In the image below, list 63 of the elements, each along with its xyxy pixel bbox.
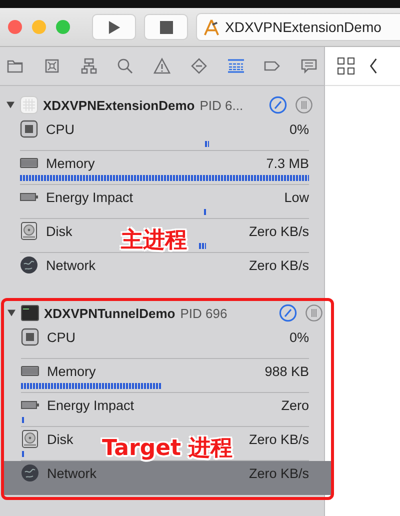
- battery-icon: [21, 400, 39, 410]
- metric-value: Zero KB/s: [248, 224, 309, 238]
- annotation-label: 主进程: [121, 226, 187, 255]
- pause-icon[interactable]: [295, 96, 313, 114]
- back-chevron-icon[interactable]: [369, 58, 378, 74]
- usage-sparkline: [199, 243, 206, 249]
- metric-label: Memory: [47, 364, 96, 378]
- chip-icon: [21, 328, 39, 346]
- annotation-label: Target 进程: [102, 435, 233, 463]
- terminal-icon: [21, 305, 39, 321]
- metric-label: Memory: [46, 156, 95, 170]
- battery-icon: [20, 192, 38, 202]
- usage-sparkline: [22, 451, 26, 457]
- disclosure-triangle-icon[interactable]: [7, 309, 16, 317]
- square-x-icon[interactable]: [42, 57, 61, 75]
- metric-label: Energy Impact: [47, 398, 134, 412]
- metric-value: Zero: [281, 398, 309, 412]
- scheme-selector[interactable]: XDXVPNExtensionDemo: [196, 13, 400, 41]
- pause-icon[interactable]: [305, 304, 323, 322]
- selected-metric-row[interactable]: Network Zero KB/s: [4, 461, 331, 495]
- disclosure-triangle-icon[interactable]: [6, 101, 15, 109]
- stop-icon: [160, 20, 172, 34]
- comment-icon[interactable]: [300, 57, 318, 75]
- grid-icon[interactable]: [337, 57, 355, 75]
- metric-label: Network: [47, 466, 97, 480]
- usage-sparkline: [204, 209, 206, 215]
- scheme-name: XDXVPNExtensionDemo: [225, 19, 382, 35]
- metric-value: 7.3 MB: [266, 156, 309, 170]
- warning-icon[interactable]: [153, 57, 171, 75]
- memory-icon: [21, 365, 39, 377]
- metric-label: CPU: [46, 122, 75, 136]
- close-button[interactable]: [8, 20, 22, 34]
- run-button[interactable]: [92, 14, 136, 40]
- stop-button[interactable]: [144, 14, 188, 40]
- metric-label: Disk: [46, 224, 72, 238]
- play-icon: [108, 20, 120, 34]
- metric-value: 0%: [289, 330, 309, 344]
- metric-value: Low: [284, 190, 309, 204]
- metric-label: Disk: [47, 432, 74, 446]
- hierarchy-icon[interactable]: [80, 57, 98, 75]
- metric-label: Energy Impact: [46, 190, 134, 204]
- globe-icon: [20, 256, 38, 274]
- search-icon[interactable]: [116, 57, 134, 75]
- chip-icon: [20, 120, 38, 138]
- process-name: XDXVPNTunnelDemo: [44, 306, 176, 320]
- usage-sparkline: [22, 417, 26, 423]
- metric-label: CPU: [47, 330, 76, 344]
- gauge-icon[interactable]: [279, 304, 297, 322]
- process-id: PID 696: [180, 306, 228, 320]
- metric-value: Zero KB/s: [248, 432, 309, 446]
- metric-value: Zero KB/s: [248, 258, 309, 272]
- usage-sparkline: [204, 141, 210, 147]
- process-id: PID 6...: [200, 98, 244, 112]
- diamond-icon[interactable]: [190, 57, 208, 75]
- memory-icon: [20, 157, 38, 169]
- app-icon: [20, 96, 38, 114]
- metric-value: Zero KB/s: [248, 466, 309, 480]
- process-name: XDXVPNExtensionDemo: [43, 98, 195, 112]
- metric-label: Network: [46, 258, 96, 272]
- gauge-icon[interactable]: [269, 96, 287, 114]
- metric-value: 988 KB: [264, 364, 309, 378]
- globe-icon: [21, 464, 39, 482]
- metric-value: 0%: [289, 122, 309, 136]
